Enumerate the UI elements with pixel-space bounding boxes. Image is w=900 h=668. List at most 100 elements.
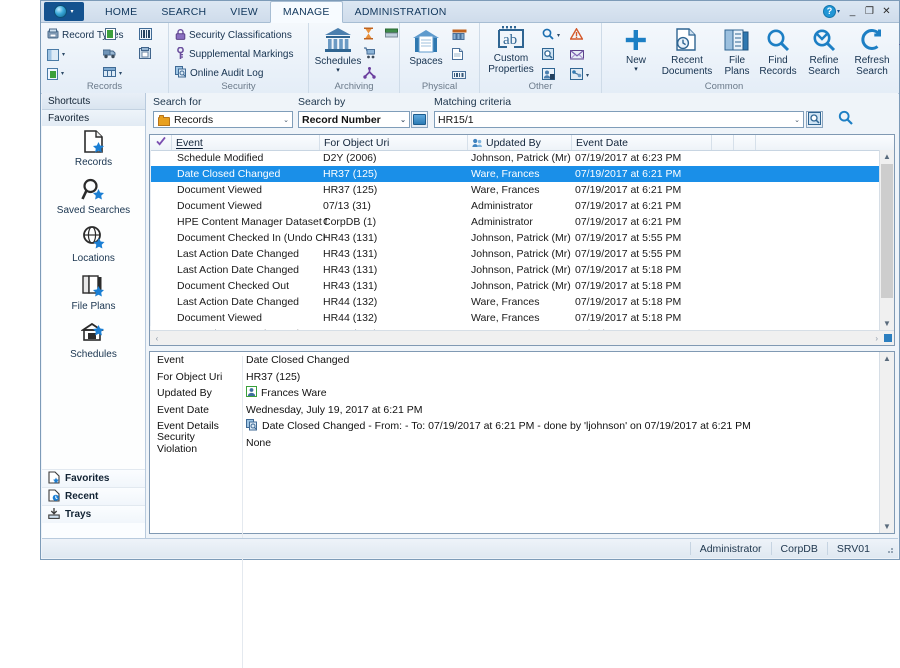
ribbon-button-clipboard[interactable] — [139, 46, 151, 63]
ribbon-button-grid[interactable]: ▾ — [103, 65, 122, 82]
sidebar-item-file-plans[interactable]: File Plans — [42, 270, 145, 318]
ribbon-button-barcode[interactable] — [139, 27, 152, 44]
grid-header-updated-by[interactable]: Updated By — [468, 135, 572, 150]
tab-manage[interactable]: MANAGE — [269, 1, 343, 23]
table-row[interactable]: Document Viewed 07/13 (31) Administrator… — [150, 198, 880, 214]
scroll-down-icon[interactable]: ▼ — [880, 317, 894, 330]
tab-view[interactable]: VIEW — [218, 1, 270, 22]
table-row[interactable]: Document Checked Out HR43 (131) Johnson,… — [150, 278, 880, 294]
table-row[interactable]: Date Closed Changed HR37 (125) Ware, Fra… — [150, 166, 880, 182]
matching-criteria-input[interactable]: HR15/1 ⌄ — [434, 111, 804, 128]
table-row[interactable]: HPE Content Manager Dataset Modified Cor… — [150, 214, 880, 230]
sidebar-footer-trays[interactable]: Trays — [42, 505, 145, 523]
search-for-select[interactable]: Records ⌄ — [153, 111, 293, 128]
grid-horizontal-scrollbar[interactable]: ‹ — [150, 330, 894, 345]
ribbon-button-tray[interactable] — [385, 26, 398, 43]
ribbon-button-count[interactable]: 123 Count — [893, 28, 900, 63]
ribbon-button-online-audit-log[interactable]: Online Audit Log — [175, 65, 263, 82]
ribbon-button-page[interactable] — [452, 47, 463, 64]
ribbon-button-file-plans[interactable]: File Plans — [718, 28, 756, 77]
ribbon-button-custom-properties[interactable]: ab Custom Properties — [482, 26, 540, 75]
ribbon-button-refresh-search[interactable]: Refresh Search — [847, 28, 897, 77]
ribbon-button-book[interactable]: ▾ — [47, 46, 65, 63]
table-row[interactable]: Document Checked In (Undo Checkout) HR43… — [150, 230, 880, 246]
chevron-down-icon[interactable]: ▾ — [62, 51, 65, 58]
sidebar-header-shortcuts[interactable]: Shortcuts — [42, 93, 145, 110]
table-row[interactable]: Last Action Date Changed HR43 (131) John… — [150, 246, 880, 262]
ribbon-button-cart[interactable] — [363, 46, 376, 63]
scroll-right-icon[interactable]: › — [875, 334, 878, 343]
ribbon-button-search-small[interactable]: ▾ — [542, 27, 560, 44]
tab-search[interactable]: SEARCH — [149, 1, 218, 22]
scroll-left-icon[interactable]: ‹ — [150, 334, 164, 343]
minimize-button[interactable]: _ — [844, 3, 861, 19]
grid-header-event[interactable]: Event — [172, 135, 320, 150]
table-row[interactable]: Document Viewed HR37 (125) Ware, Frances… — [150, 182, 880, 198]
help-icon[interactable]: ? — [822, 4, 836, 18]
ribbon-button-green-page[interactable] — [105, 27, 116, 44]
chevron-down-icon[interactable]: ▾ — [586, 72, 589, 79]
restore-button[interactable]: ❐ — [861, 3, 878, 19]
chevron-down-icon[interactable]: ▾ — [837, 8, 840, 15]
resize-grip-icon[interactable] — [882, 542, 895, 555]
ribbon-label-schedules: Schedules — [314, 56, 362, 67]
sidebar-item-records[interactable]: Records — [42, 126, 145, 174]
scroll-up-icon[interactable]: ▲ — [880, 352, 894, 365]
ribbon-button-spaces[interactable]: Spaces — [404, 29, 448, 67]
detail-value: Wednesday, July 19, 2017 at 6:21 PM — [246, 403, 423, 416]
grid-header-event-date[interactable]: Event Date — [572, 135, 712, 150]
ribbon-button-recent-documents[interactable]: Recent Documents — [658, 28, 716, 77]
chevron-down-icon[interactable]: ▾ — [313, 67, 363, 74]
grid-header-label-updated-by: Updated By — [486, 136, 541, 149]
ribbon-button-refine-search[interactable]: Refine Search — [801, 28, 847, 77]
ribbon-button-supplemental-markings[interactable]: Supplemental Markings — [175, 46, 294, 63]
tab-administration[interactable]: ADMINISTRATION — [343, 1, 459, 22]
sidebar-item-locations[interactable]: Locations — [42, 222, 145, 270]
grid-vertical-scrollbar[interactable]: ▲ ▼ — [879, 150, 894, 330]
search-go-button[interactable] — [836, 110, 854, 127]
tab-home[interactable]: HOME — [93, 1, 149, 22]
grid-resize-corner[interactable] — [881, 332, 894, 345]
table-row[interactable]: Last Action Date Changed HR43 (131) John… — [150, 262, 880, 278]
chevron-down-icon[interactable]: ▾ — [61, 70, 64, 77]
detail-label: Event — [157, 354, 184, 367]
close-button[interactable]: ✕ — [878, 3, 895, 19]
grid-header-blank-2[interactable] — [734, 135, 756, 150]
chevron-down-icon[interactable]: ⌄ — [279, 116, 289, 124]
search-by-picker-button[interactable] — [411, 111, 428, 128]
ribbon-button-green-doc[interactable]: ▾ — [47, 65, 64, 82]
grid-header-blank-1[interactable] — [712, 135, 734, 150]
detail-vertical-scrollbar[interactable]: ▲ ▼ — [879, 352, 894, 533]
scroll-down-icon[interactable]: ▼ — [880, 520, 894, 533]
chevron-down-icon[interactable]: ▾ — [557, 32, 560, 39]
ribbon-button-new[interactable]: New ▾ — [614, 28, 658, 73]
sidebar-item-saved-searches[interactable]: Saved Searches — [42, 174, 145, 222]
scroll-up-icon[interactable]: ▲ — [880, 150, 894, 163]
ribbon-button-hourglass[interactable] — [363, 26, 374, 43]
kwip-button[interactable] — [806, 111, 823, 128]
ribbon-button-security-classifications[interactable]: Security Classifications — [175, 27, 292, 44]
table-row[interactable]: Last Action Date Changed HR44 (132) Ware… — [150, 294, 880, 310]
chevron-down-icon[interactable]: ▾ — [614, 66, 658, 73]
table-row[interactable]: Document Viewed HR44 (132) Ware, Frances… — [150, 310, 880, 326]
scrollbar-thumb[interactable] — [881, 164, 893, 298]
sidebar-footer-recent[interactable]: Recent — [42, 487, 145, 505]
grid-header-check[interactable] — [150, 135, 172, 150]
ribbon-button-schedules[interactable]: Schedules ▾ — [313, 27, 363, 74]
chevron-down-icon[interactable]: ▾ — [119, 70, 122, 77]
ribbon-button-shelf[interactable] — [452, 27, 467, 44]
table-row[interactable]: Schedule Modified D2Y (2006) Johnson, Pa… — [150, 150, 880, 166]
sidebar-item-schedules[interactable]: Schedules — [42, 318, 145, 366]
ribbon-button-find-records[interactable]: Find Records — [755, 28, 801, 77]
ribbon-button-lookup[interactable] — [542, 47, 554, 64]
sidebar-footer-favorites[interactable]: Favorites — [42, 469, 145, 487]
sidebar-header-favorites[interactable]: Favorites — [42, 110, 145, 127]
ribbon-button-truck[interactable] — [102, 46, 117, 63]
grid-header-for-object-uri[interactable]: For Object Uri — [320, 135, 468, 150]
chevron-down-icon[interactable]: ⌄ — [396, 116, 406, 124]
search-by-select[interactable]: Record Number ⌄ — [298, 111, 410, 128]
ribbon-button-mail[interactable] — [570, 47, 584, 64]
app-menu-orb-button[interactable]: ▾ — [44, 2, 84, 21]
ribbon-button-warning[interactable] — [569, 27, 584, 44]
chevron-down-icon[interactable]: ⌄ — [790, 116, 800, 124]
